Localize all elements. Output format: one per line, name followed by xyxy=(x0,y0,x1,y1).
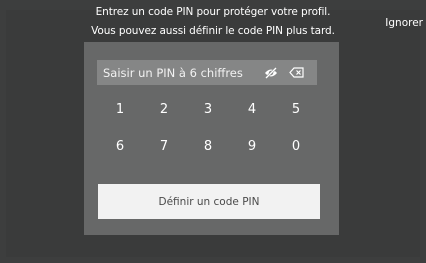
key-3[interactable]: 3 xyxy=(186,101,230,119)
skip-button[interactable]: Ignorer xyxy=(385,17,423,29)
instruction-line-1: Entrez un code PIN pour protéger votre p… xyxy=(95,6,331,18)
key-2[interactable]: 2 xyxy=(142,101,186,119)
key-9[interactable]: 9 xyxy=(230,138,274,156)
key-0[interactable]: 0 xyxy=(274,138,318,156)
key-1[interactable]: 1 xyxy=(98,101,142,119)
pin-panel: Saisir un PIN à 6 chiffres 1 2 3 4 5 6 7… xyxy=(84,42,339,235)
pin-input[interactable]: Saisir un PIN à 6 chiffres xyxy=(97,60,317,85)
key-5[interactable]: 5 xyxy=(274,101,318,119)
key-8[interactable]: 8 xyxy=(186,138,230,156)
key-7[interactable]: 7 xyxy=(142,138,186,156)
eye-slash-icon[interactable] xyxy=(263,65,279,81)
key-4[interactable]: 4 xyxy=(230,101,274,119)
instruction-line-2: Vous pouvez aussi définir le code PIN pl… xyxy=(91,25,335,37)
pin-placeholder: Saisir un PIN à 6 chiffres xyxy=(103,65,243,80)
keypad-row-2: 6 7 8 9 0 xyxy=(98,138,328,156)
keypad-row-1: 1 2 3 4 5 xyxy=(98,101,328,119)
backspace-icon[interactable] xyxy=(288,65,304,81)
set-pin-button[interactable]: Définir un code PIN xyxy=(98,184,320,219)
key-6[interactable]: 6 xyxy=(98,138,142,156)
